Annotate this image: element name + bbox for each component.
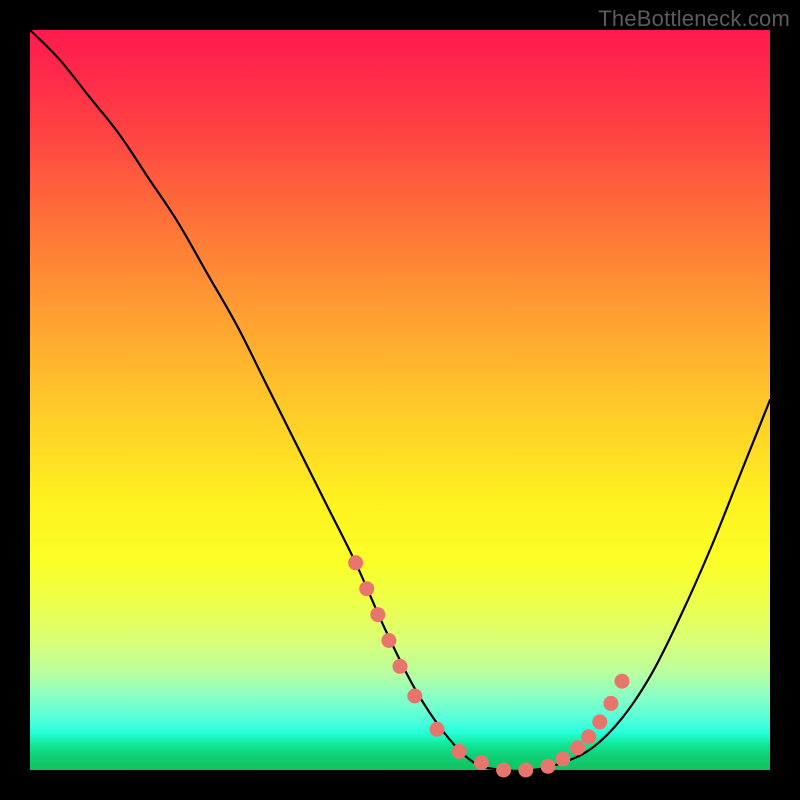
marker-group [348,555,629,777]
chart-stage: TheBottleneck.com [0,0,800,800]
data-marker [570,740,585,755]
data-marker [496,763,511,778]
watermark-text: TheBottleneck.com [598,6,790,32]
data-marker [603,696,618,711]
data-marker [381,633,396,648]
data-marker [615,674,630,689]
data-marker [348,555,363,570]
plot-area [30,30,770,770]
data-marker [541,759,556,774]
data-marker [407,689,422,704]
data-marker [581,729,596,744]
data-marker [474,755,489,770]
data-marker [555,751,570,766]
data-marker [592,714,607,729]
chart-svg [30,30,770,770]
data-marker [518,763,533,778]
data-marker [393,659,408,674]
data-marker [452,744,467,759]
data-marker [370,607,385,622]
data-marker [430,722,445,737]
data-marker [359,581,374,596]
